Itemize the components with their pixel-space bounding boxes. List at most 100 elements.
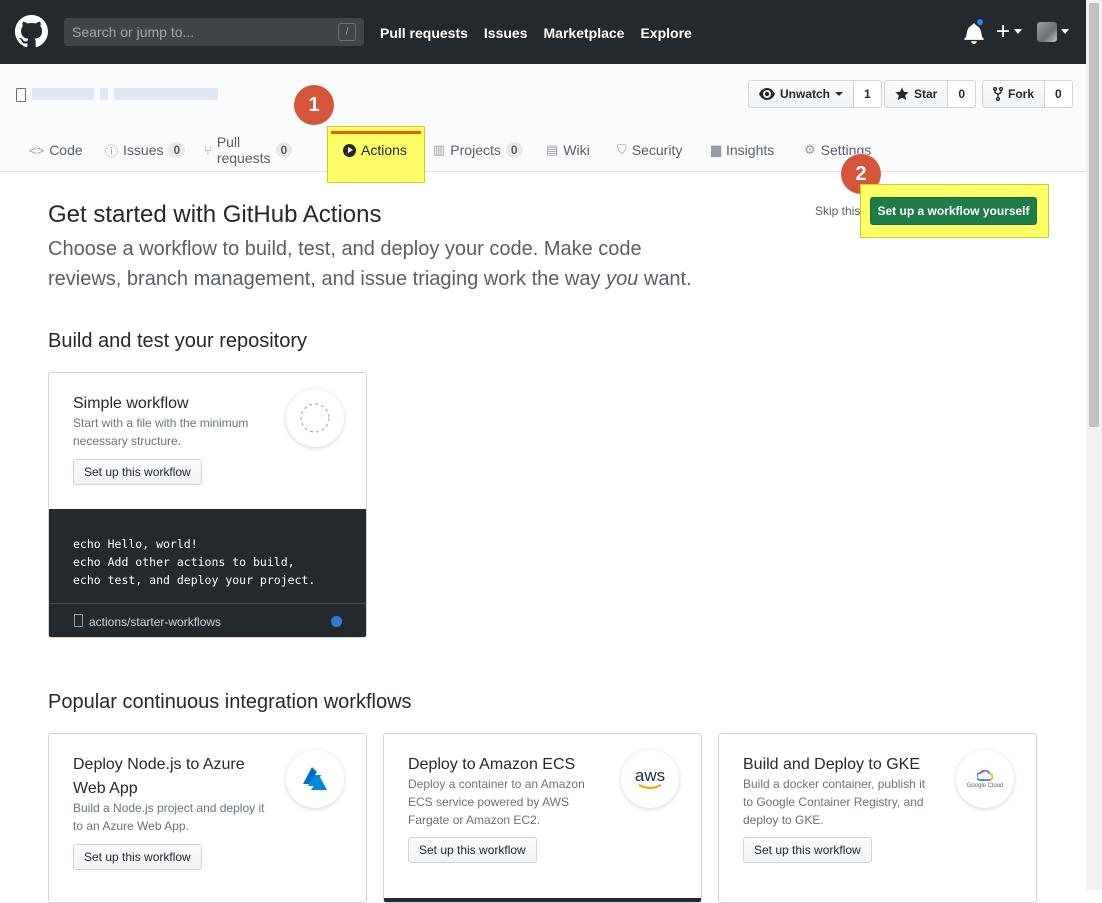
section-build-test-heading: Build and test your repository (48, 330, 308, 352)
repo-icon (16, 88, 26, 102)
avatar[interactable] (1037, 22, 1057, 42)
repo-owner-redacted[interactable] (32, 88, 94, 100)
fork-button-group: Fork 0 (982, 80, 1073, 108)
chevron-down-icon[interactable] (1061, 29, 1069, 34)
tab-security-label: Security (631, 142, 683, 158)
code-line: echo Add other actions to build, (73, 555, 295, 569)
card-title: Simple workflow (73, 395, 189, 412)
setup-this-workflow-button[interactable]: Set up this workflow (408, 837, 537, 863)
star-icon (895, 87, 909, 100)
tab-projects[interactable]: ▥ Projects 0 (433, 128, 523, 172)
card-description: Build a docker container, publish it to … (743, 777, 926, 827)
tab-actions-label: Actions (361, 142, 407, 158)
project-icon: ▥ (433, 142, 446, 157)
setup-workflow-yourself-button[interactable]: Set up a workflow yourself (870, 197, 1037, 225)
graph-icon: ▆ (711, 142, 721, 157)
azure-workflow-card: Deploy Node.js to Azure Web App Build a … (48, 733, 367, 903)
setup-this-workflow-button[interactable]: Set up this workflow (73, 459, 202, 485)
tab-pull-requests-label: Pull requests (216, 134, 271, 166)
nav-pull-requests[interactable]: Pull requests (380, 24, 468, 42)
page-lead: Choose a workflow to build, test, and de… (48, 234, 708, 294)
fork-icon (993, 87, 1003, 101)
google-cloud-logo-text: Google Cloud (966, 782, 1004, 789)
card-description: Build a Node.js project and deploy it to… (73, 801, 265, 833)
tab-issues[interactable]: ⓘ Issues 0 (105, 128, 186, 172)
tab-security[interactable]: ⛉ Security (617, 128, 682, 172)
card-title: Deploy to Amazon ECS (408, 756, 576, 773)
unwatch-label: Unwatch (780, 87, 831, 101)
card-description: Start with a file with the minimum neces… (73, 416, 249, 448)
shield-icon: ⛉ (617, 142, 627, 157)
github-logo-icon[interactable] (15, 15, 48, 48)
starter-workflows-link[interactable]: actions/starter-workflows (89, 615, 221, 629)
tab-issues-label: Issues (123, 142, 164, 158)
issues-count-badge: 0 (168, 142, 186, 158)
aws-logo-text: aws (634, 766, 666, 785)
repo-icon (74, 614, 83, 627)
lead-text: Choose a workflow to build, test, and de… (48, 238, 642, 290)
star-count[interactable]: 0 (948, 80, 977, 108)
tab-wiki-label: Wiki (563, 142, 590, 158)
setup-this-workflow-button[interactable]: Set up this workflow (743, 837, 872, 863)
setup-this-workflow-button[interactable]: Set up this workflow (73, 844, 202, 870)
global-header: / Pull requests Issues Marketplace Explo… (0, 0, 1086, 64)
tab-insights-label: Insights (726, 142, 775, 158)
unwatch-button[interactable]: Unwatch (748, 80, 855, 108)
simple-workflow-logo (286, 389, 344, 447)
tab-code-label: Code (49, 142, 83, 158)
simple-workflow-card: Simple workflow Start with a file with t… (48, 372, 367, 638)
global-nav: Pull requests Issues Marketplace Explore (380, 24, 708, 42)
card-preview-edge (384, 898, 701, 902)
issue-icon: ⓘ (105, 143, 119, 159)
aws-logo-icon: aws (621, 750, 679, 808)
tab-insights[interactable]: ▆ Insights (711, 128, 774, 172)
nav-issues[interactable]: Issues (484, 24, 528, 42)
eye-icon (759, 88, 775, 100)
repo-name-redacted[interactable] (114, 88, 218, 100)
search-box[interactable]: / (64, 18, 364, 46)
pull-request-icon: ⑂ (204, 142, 212, 158)
scrollbar-thumb[interactable] (1089, 3, 1099, 427)
page-title: Get started with GitHub Actions (48, 201, 382, 228)
dashed-circle-icon (300, 403, 330, 433)
star-label: Star (914, 87, 938, 101)
aws-workflow-card: Deploy to Amazon ECS Deploy a container … (383, 733, 702, 903)
chevron-down-icon (835, 92, 844, 96)
nav-explore[interactable]: Explore (640, 24, 691, 42)
gke-workflow-card: Build and Deploy to GKE Build a docker c… (718, 733, 1037, 903)
code-icon: <> (29, 142, 45, 158)
star-button-group: Star 0 (884, 80, 977, 108)
google-cloud-icon (977, 769, 993, 781)
watch-button-group: Unwatch 1 (748, 80, 882, 108)
fork-count[interactable]: 0 (1045, 80, 1073, 108)
search-input[interactable] (64, 18, 364, 46)
repo-separator-redacted (100, 88, 108, 100)
play-icon (343, 143, 356, 157)
code-line: echo Hello, world! (73, 537, 198, 551)
fork-button[interactable]: Fork (982, 80, 1046, 108)
pull-requests-count-badge: 0 (275, 142, 293, 158)
gear-icon: ⚙ (804, 142, 816, 157)
tab-actions[interactable]: Actions (343, 128, 407, 172)
code-preview: echo Hello, world! echo Add other action… (49, 509, 366, 603)
star-button[interactable]: Star (884, 80, 949, 108)
chevron-down-icon[interactable] (1014, 29, 1022, 34)
fork-label: Fork (1008, 87, 1035, 101)
card-title: Deploy Node.js to Azure Web App (73, 756, 245, 797)
aws-smile-icon (638, 784, 662, 789)
card-footer: actions/starter-workflows (49, 603, 366, 637)
watch-count[interactable]: 1 (854, 80, 882, 108)
slash-key-hint: / (338, 23, 356, 41)
code-line: echo test, and deploy your project. (73, 573, 316, 587)
tab-code[interactable]: <> Code (29, 128, 83, 172)
tab-wiki[interactable]: ▤ Wiki (546, 128, 590, 172)
language-dot (331, 616, 342, 627)
section-ci-heading: Popular continuous integration workflows (48, 691, 412, 713)
unread-indicator (975, 17, 985, 27)
azure-logo-icon (303, 767, 327, 790)
nav-marketplace[interactable]: Marketplace (544, 24, 625, 42)
card-title: Build and Deploy to GKE (743, 756, 920, 773)
tab-pull-requests[interactable]: ⑂ Pull requests 0 (204, 128, 293, 172)
create-new-icon[interactable]: + (996, 20, 1010, 44)
azure-logo-icon (286, 750, 344, 808)
